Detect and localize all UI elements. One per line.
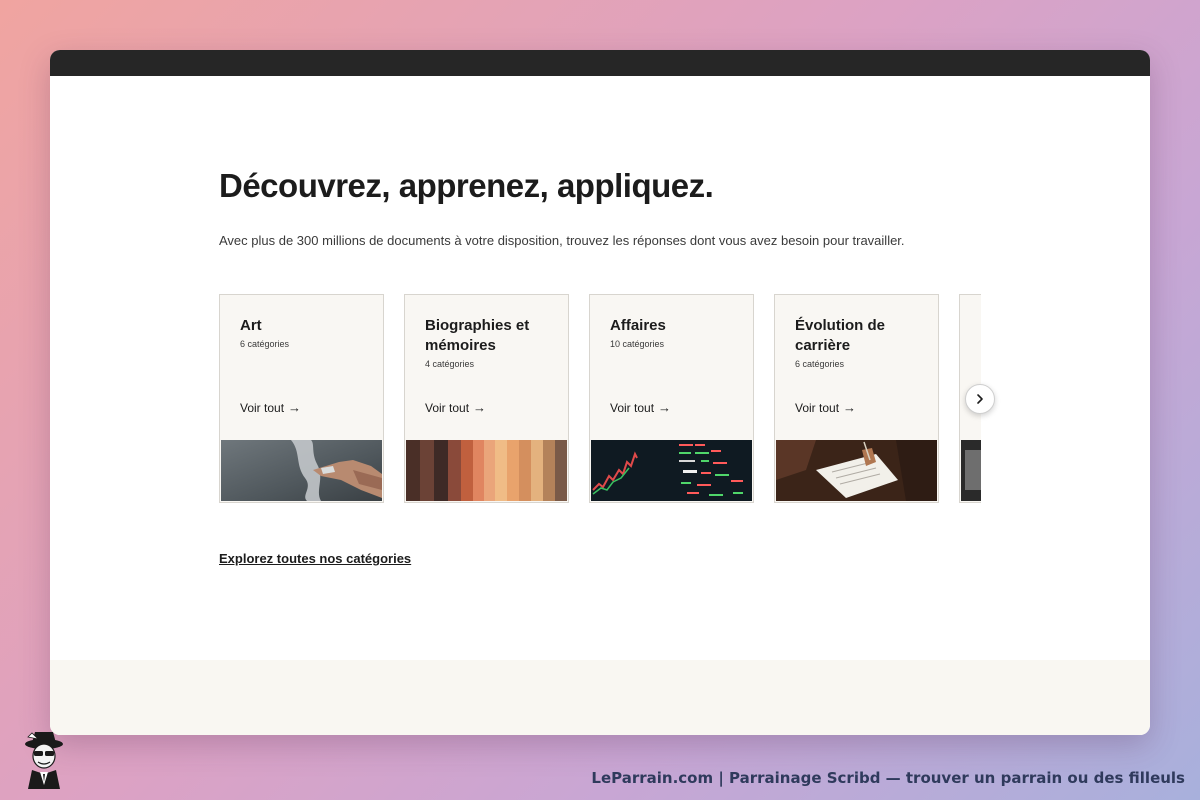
- page-heading: Découvrez, apprenez, appliquez.: [219, 167, 714, 204]
- browser-window: Découvrez, apprenez, appliquez. Avec plu…: [50, 50, 1150, 735]
- arrow-right-icon: →: [288, 400, 302, 415]
- see-all-label: Voir tout: [610, 401, 655, 415]
- see-all-link[interactable]: Voir tout →: [240, 400, 301, 415]
- arrow-right-icon: →: [843, 400, 857, 415]
- see-all-link[interactable]: Voir tout →: [610, 400, 671, 415]
- card-title: Affaires 10 catégories: [610, 316, 735, 351]
- see-all-label: Voir tout: [795, 401, 840, 415]
- category-card-art[interactable]: Art 6 catégories Voir tout →: [219, 294, 384, 503]
- card-image-art: [221, 440, 382, 501]
- card-image-biographies: [406, 440, 567, 501]
- chevron-right-icon: [977, 394, 983, 404]
- card-count: 10 catégories: [610, 339, 665, 349]
- footer-band: [50, 660, 1150, 735]
- see-all-label: Voir tout: [240, 401, 285, 415]
- card-title-text: Art: [240, 317, 262, 334]
- explore-categories-link[interactable]: Explorez toutes nos catégories: [219, 551, 411, 566]
- card-title: Art 6 catégories: [240, 316, 365, 351]
- card-image-evolution-carriere: [776, 440, 937, 501]
- card-title-text: Affaires: [610, 317, 666, 334]
- page-subtext: Avec plus de 300 millions de documents à…: [219, 233, 905, 248]
- category-card-affaires[interactable]: Affaires 10 catégories Voir tout →: [589, 294, 754, 503]
- category-card-evolution-carriere[interactable]: Évolution de carrière 6 catégories Voir …: [774, 294, 939, 503]
- carousel-next-button[interactable]: [965, 384, 995, 414]
- card-image-affaires: [591, 440, 752, 501]
- card-title: Biographies et mémoires 4 catégories: [425, 316, 550, 371]
- card-count: 6 catégories: [240, 339, 290, 349]
- card-title-text: Évolution de carrière: [795, 317, 885, 354]
- card-count: 4 catégories: [425, 359, 475, 369]
- arrow-right-icon: →: [658, 400, 672, 415]
- card-count: 6 catégories: [795, 359, 845, 369]
- mascot-icon: [14, 727, 76, 789]
- arrow-right-icon: →: [473, 400, 487, 415]
- category-carousel: Art 6 catégories Voir tout → Biographies…: [219, 294, 981, 506]
- see-all-link[interactable]: Voir tout →: [795, 400, 856, 415]
- card-image-partial: [961, 440, 981, 501]
- category-card-biographies[interactable]: Biographies et mémoires 4 catégories Voi…: [404, 294, 569, 503]
- see-all-label: Voir tout: [425, 401, 470, 415]
- card-title-text: Biographies et mémoires: [425, 317, 530, 354]
- top-bar: [50, 50, 1150, 76]
- card-title: Évolution de carrière 6 catégories: [795, 316, 920, 371]
- see-all-link[interactable]: Voir tout →: [425, 400, 486, 415]
- watermark-text: LeParrain.com | Parrainage Scribd — trou…: [591, 769, 1185, 787]
